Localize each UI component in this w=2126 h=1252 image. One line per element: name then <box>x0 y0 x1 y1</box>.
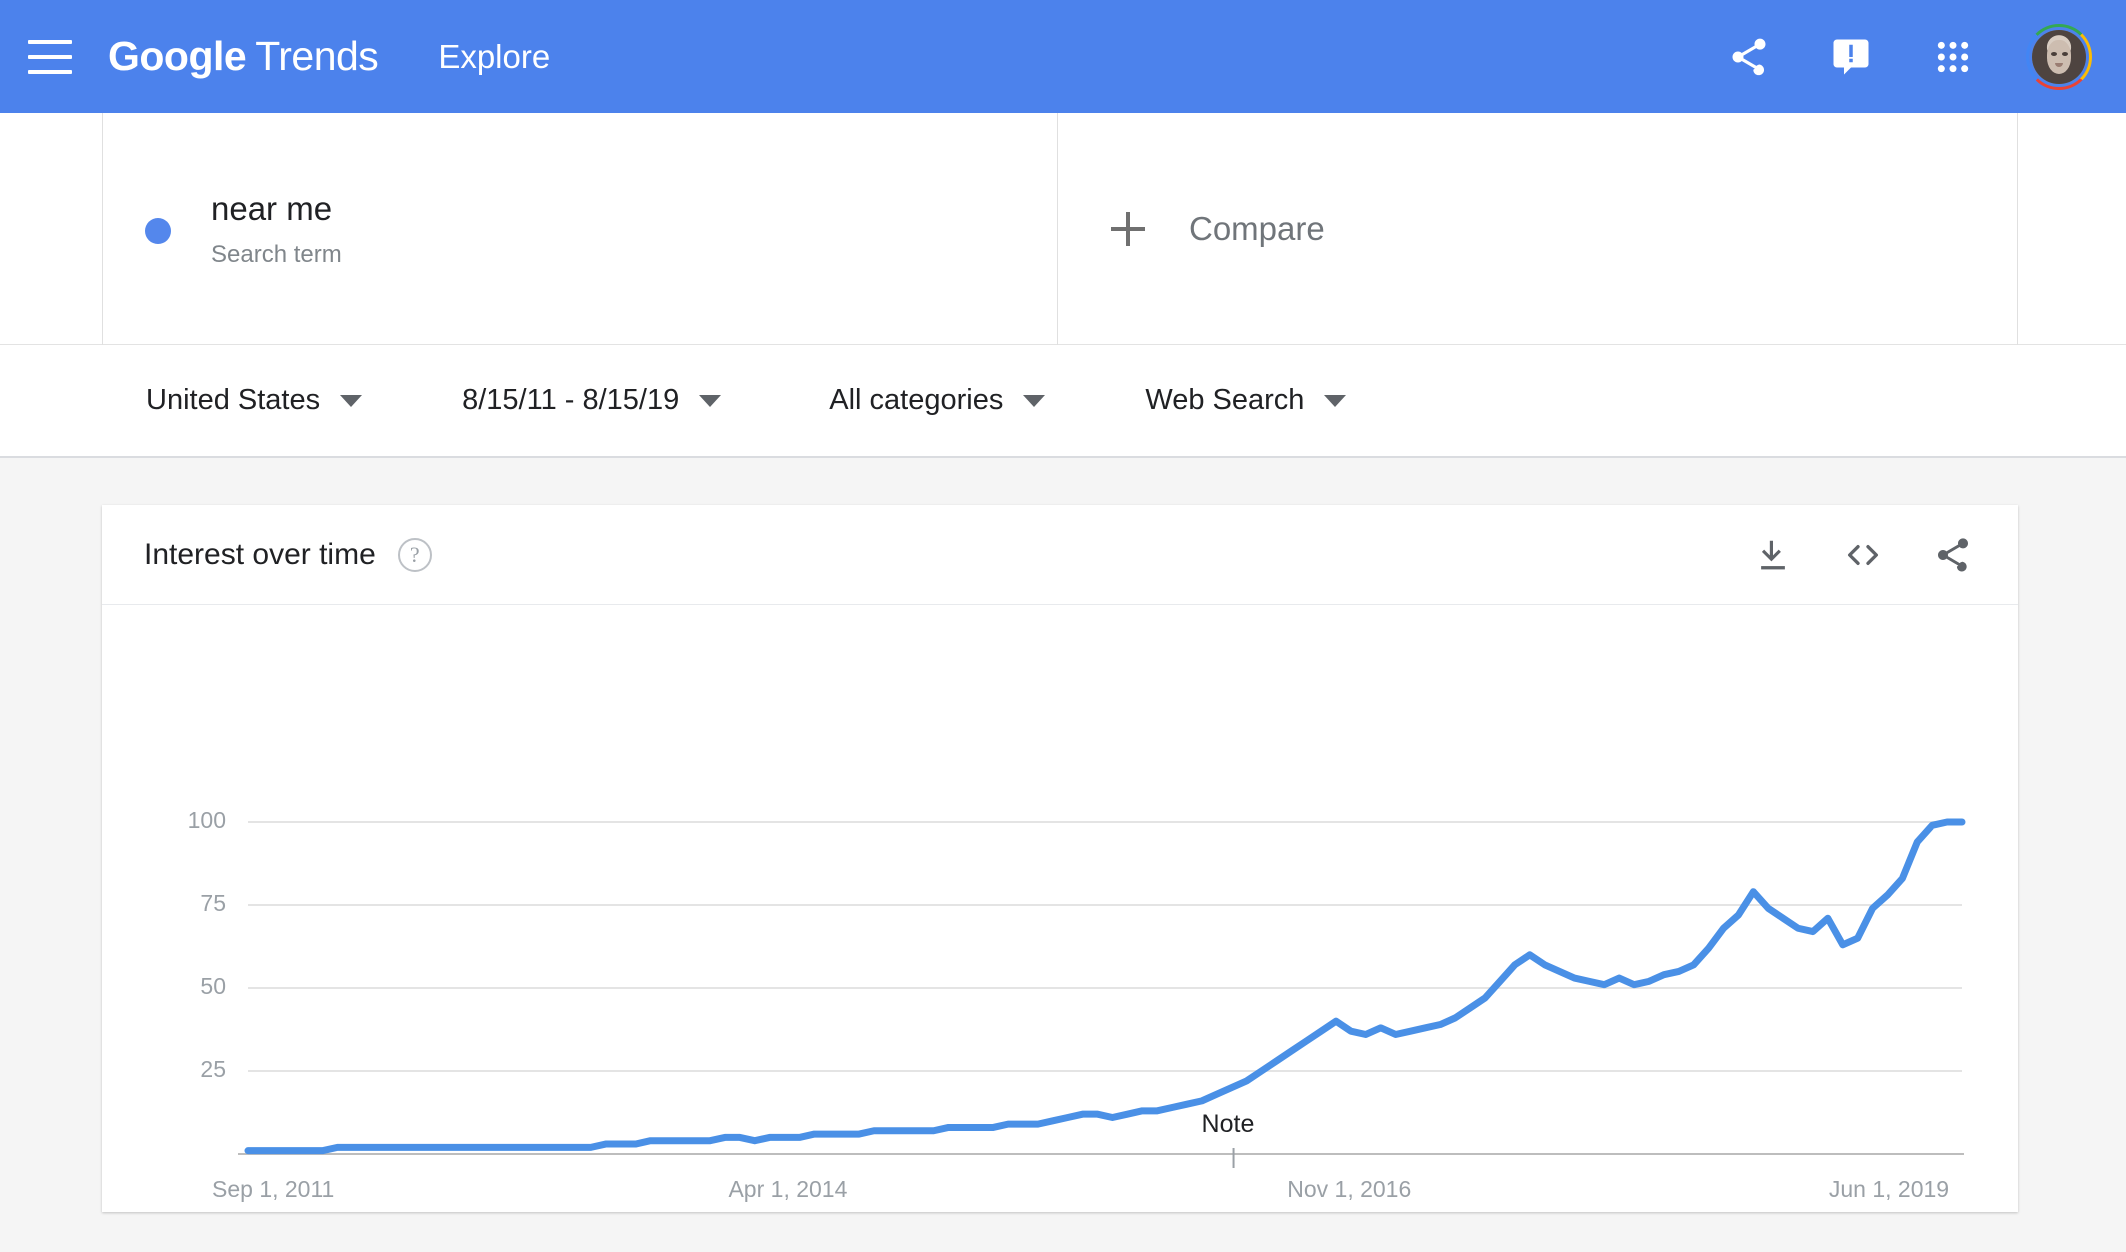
y-axis-tick-label: 50 <box>200 973 226 999</box>
user-avatar[interactable] <box>2026 23 2092 90</box>
search-term-subtitle: Search term <box>211 240 342 268</box>
caret-down-icon <box>1023 394 1046 407</box>
filter-date-range-label: 8/15/11 - 8/15/19 <box>462 384 680 416</box>
filter-date-range[interactable]: 8/15/11 - 8/15/19 <box>462 384 722 417</box>
apps-grid-glyph <box>1937 41 1969 72</box>
filters-bar: United States 8/15/11 - 8/15/19 All cate… <box>0 345 2126 458</box>
x-axis-tick-label: Nov 1, 2016 <box>1287 1176 1412 1202</box>
x-axis-tick-label: Sep 1, 2011 <box>212 1176 335 1202</box>
chart-line-near-me <box>244 818 1966 1155</box>
avatar-image <box>2029 26 2089 87</box>
hamburger-bar <box>28 69 72 74</box>
search-term-card[interactable]: near me Search term <box>102 113 1058 345</box>
embed-code-icon[interactable] <box>1836 528 1890 582</box>
search-term-texts: near me Search term <box>211 189 342 268</box>
filter-search-type-label: Web Search <box>1145 384 1305 416</box>
apps-grid-icon[interactable] <box>1924 28 1982 86</box>
avatar-face <box>2046 40 2072 74</box>
help-circle-icon[interactable]: ? <box>397 537 432 572</box>
brand-google: Google <box>108 33 247 79</box>
nav-item-explore[interactable]: Explore <box>438 38 550 76</box>
brand-trends: Trends <box>255 33 379 79</box>
download-icon[interactable] <box>1746 528 1800 582</box>
app-header: Google Trends Explore <box>0 0 2126 113</box>
feedback-glyph <box>1833 39 1869 74</box>
caret-down-icon <box>1324 394 1347 407</box>
share-icon[interactable] <box>1720 28 1778 86</box>
chart-note-annotation[interactable]: Note <box>1202 1110 1255 1139</box>
y-axis-tick-label: 75 <box>200 890 226 916</box>
x-axis-tick-label: Jun 1, 2019 <box>1828 1176 1950 1202</box>
search-term-title: near me <box>211 190 333 228</box>
filter-category-label: All categories <box>829 384 1004 416</box>
hamburger-bar <box>28 54 72 59</box>
interest-over-time-card: Interest over time ? 100 75 50 25 Sep 1, 201… <box>102 505 2018 1212</box>
avatar-eye <box>2061 52 2068 57</box>
feedback-icon[interactable] <box>1822 28 1880 86</box>
share-icon[interactable] <box>1926 528 1980 582</box>
caret-down-icon <box>699 394 722 407</box>
series-color-dot <box>145 218 171 244</box>
filter-category[interactable]: All categories <box>829 384 1046 417</box>
brand-logo[interactable]: Google Trends <box>108 33 379 80</box>
y-axis-tick-label: 25 <box>200 1056 226 1082</box>
search-terms-bar: near me Search term Compare <box>0 113 2126 345</box>
card-header: Interest over time ? <box>102 505 2018 605</box>
chart-plot-area[interactable]: 100 75 50 25 Sep 1, 2011 Apr 1, 2014 Nov 1, 20… <box>102 605 2018 1212</box>
filter-search-type[interactable]: Web Search <box>1145 384 1347 417</box>
share-glyph <box>1938 537 1968 572</box>
interest-over-time-chart <box>238 818 1966 1168</box>
plus-icon <box>1111 212 1145 246</box>
filter-location[interactable]: United States <box>146 384 363 417</box>
add-comparison-button[interactable]: Compare <box>1059 113 2018 345</box>
embed-glyph <box>1848 544 1878 565</box>
card-title: Interest over time <box>144 537 376 571</box>
x-axis-tick-label: Apr 1, 2014 <box>728 1176 848 1202</box>
share-glyph <box>1732 38 1766 75</box>
hamburger-menu-icon[interactable] <box>28 39 72 74</box>
download-glyph <box>1761 540 1785 569</box>
y-axis-tick-label: 100 <box>187 807 226 833</box>
filter-location-label: United States <box>146 384 321 416</box>
caret-down-icon <box>340 394 363 407</box>
compare-label: Compare <box>1189 210 1325 247</box>
hamburger-bar <box>28 39 72 44</box>
